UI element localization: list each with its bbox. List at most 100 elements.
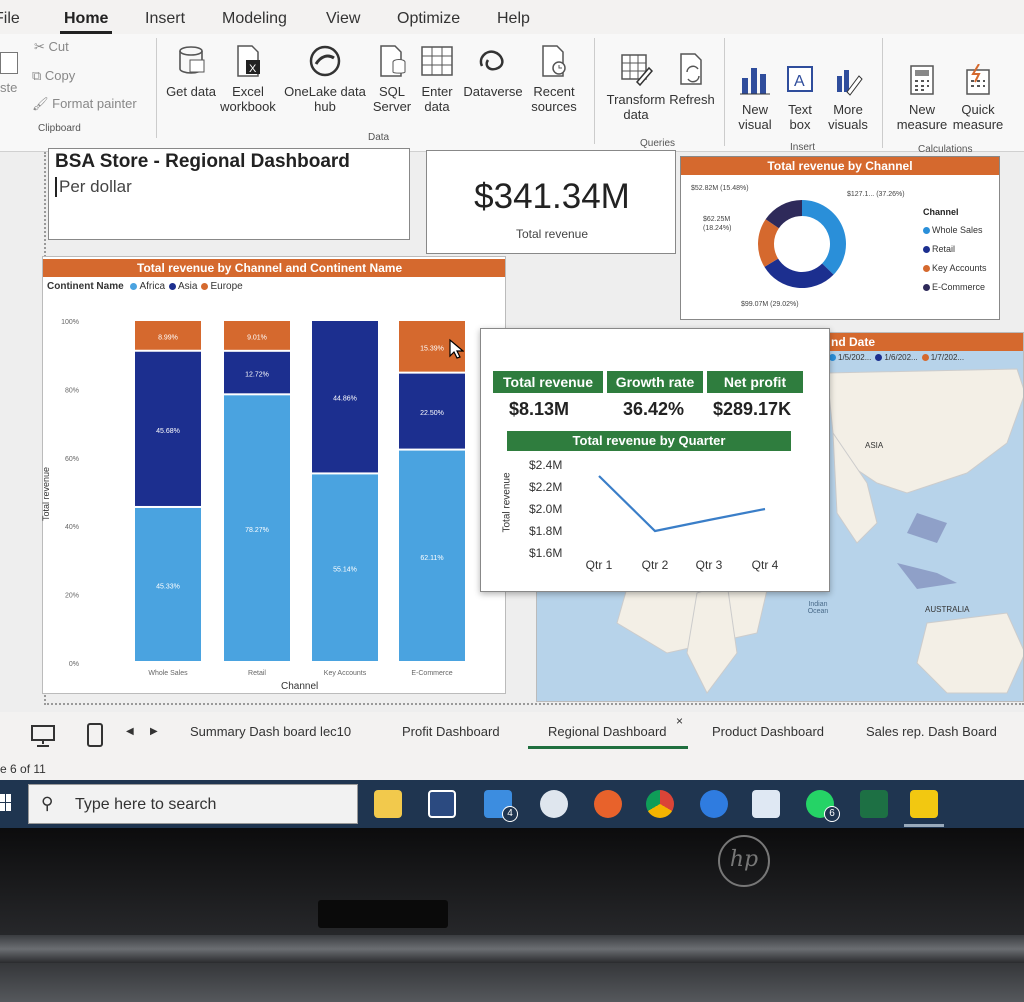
power-bi-icon[interactable]: [910, 790, 938, 818]
map-label-ocean: Indian Ocean: [807, 601, 829, 615]
donut-legend-item[interactable]: Key Accounts: [923, 259, 987, 278]
store-icon[interactable]: [428, 790, 456, 818]
new-measure-button[interactable]: New measure: [894, 64, 950, 132]
tooltip-kpi-2-value: 36.42%: [623, 399, 685, 419]
refresh-button[interactable]: Refresh: [668, 52, 716, 107]
tab-regional-dashboard[interactable]: Regional Dashboard: [548, 724, 667, 739]
line-x-tick-label: Qtr 4: [752, 558, 779, 572]
line-y-axis-label: Total revenue: [501, 472, 513, 533]
donut-slice: [758, 219, 779, 267]
hp-logo: hp: [718, 835, 770, 887]
bar-x-tick-label: Retail: [248, 670, 266, 677]
donut-legend-item[interactable]: Whole Sales: [923, 221, 987, 240]
paintbrush-icon: 🖌: [32, 96, 53, 111]
separator: [882, 38, 883, 148]
calculator-icon: [910, 65, 934, 95]
cut-button[interactable]: ✂ Cut: [34, 39, 69, 55]
recent-sources-button[interactable]: Recent sources: [526, 44, 582, 114]
snipping-tool-icon[interactable]: [540, 790, 568, 818]
active-page-indicator: [528, 746, 688, 749]
recent-sources-icon: [542, 45, 566, 77]
svg-text:X: X: [249, 63, 257, 75]
chrome-icon[interactable]: [646, 790, 674, 818]
tab-file[interactable]: File: [0, 10, 20, 28]
prev-page-icon[interactable]: ◀: [126, 726, 134, 737]
desktop-view-icon[interactable]: [30, 724, 56, 748]
tab-modeling[interactable]: Modeling: [222, 10, 287, 28]
line-x-tick-label: Qtr 3: [696, 558, 723, 572]
tab-insert[interactable]: Insert: [145, 10, 185, 28]
paste-label[interactable]: ste: [0, 80, 17, 95]
file-explorer-icon[interactable]: [374, 790, 402, 818]
stacked-bar-chart[interactable]: 100% 80% 60% 40% 20% 0% 45.33% 45.68% 8.99% Whole…: [43, 293, 507, 683]
legend-dot-icon: [169, 282, 177, 290]
tab-product-dashboard[interactable]: Product Dashboard: [712, 724, 824, 739]
enter-data-button[interactable]: Enter data: [416, 44, 458, 114]
donut-chart-title: Total revenue by Channel: [681, 157, 999, 175]
text-box-icon: A: [787, 66, 813, 92]
tab-sales-rep-dashboard[interactable]: Sales rep. Dash Board: [866, 724, 997, 739]
line-x-tick-label: Qtr 2: [642, 558, 669, 572]
teamviewer-icon[interactable]: [700, 790, 728, 818]
excel-workbook-button[interactable]: X Excel workbook: [216, 44, 280, 114]
refresh-icon: [680, 53, 702, 85]
scissors-icon: ✂: [34, 39, 49, 54]
onelake-data-hub-button[interactable]: OneLake data hub: [282, 44, 368, 114]
excel-taskbar-icon[interactable]: [860, 790, 888, 818]
active-app-indicator: [904, 824, 944, 827]
quick-measure-button[interactable]: Quick measure: [950, 64, 1006, 132]
text-box-button[interactable]: A Text box: [780, 64, 820, 132]
firefox-icon[interactable]: [594, 790, 622, 818]
title-card[interactable]: BSA Store - Regional Dashboard Per dolla…: [48, 148, 410, 240]
tab-home[interactable]: Home: [64, 10, 108, 28]
legend-label: Retail: [932, 244, 956, 254]
line-y-tick-label: $2.2M: [529, 480, 562, 494]
get-data-button[interactable]: Get data: [166, 44, 216, 99]
windows-start-icon[interactable]: [0, 794, 12, 812]
transform-data-button[interactable]: Transform data: [604, 52, 668, 122]
tab-help[interactable]: Help: [497, 10, 530, 28]
tab-optimize[interactable]: Optimize: [397, 10, 460, 28]
mouse-cursor-icon: [449, 338, 464, 359]
mail-badge: 4: [502, 806, 518, 822]
donut-legend-item[interactable]: Retail: [923, 240, 987, 259]
search-placeholder: Type here to search: [75, 796, 217, 813]
bar-legend-item[interactable]: Africa: [130, 281, 165, 292]
table-icon: [421, 46, 453, 76]
taskbar-search[interactable]: ⚲ Type here to search: [28, 784, 358, 824]
whatsapp-icon[interactable]: 6: [806, 790, 840, 822]
dataverse-button[interactable]: Dataverse: [460, 44, 526, 99]
page-tab-bar: ◀ ▶ Summary Dash board lec10 Profit Dash…: [0, 712, 1024, 760]
new-visual-button[interactable]: New visual: [734, 64, 776, 132]
bar-legend-item[interactable]: Europe: [201, 281, 243, 292]
next-page-icon[interactable]: ▶: [150, 726, 158, 737]
bar-chart-title: Total revenue by Channel and Continent N…: [43, 259, 505, 277]
app-window-icon[interactable]: [752, 790, 780, 818]
donut-label-left: $62.25M (18.24%): [703, 216, 732, 232]
legend-label: Europe: [210, 281, 243, 292]
mail-icon[interactable]: 4: [484, 790, 518, 822]
bar-data-label: 44.86%: [333, 396, 357, 403]
donut-legend-item[interactable]: E-Commerce: [923, 278, 987, 297]
excel-icon: X: [237, 45, 260, 77]
bar-chart-icon: [740, 68, 770, 95]
donut-chart-card[interactable]: Total revenue by Channel $52.82M (15.48%…: [680, 156, 1000, 320]
legend-label: Asia: [178, 281, 198, 292]
donut-chart[interactable]: [747, 189, 857, 299]
tab-view[interactable]: View: [326, 10, 360, 28]
more-visuals-button[interactable]: More visuals: [822, 64, 874, 132]
donut-label-top-right: $127.1... (37.26%): [847, 191, 905, 198]
report-subtitle[interactable]: Per dollar: [55, 177, 132, 197]
bar-legend-item[interactable]: Asia: [169, 281, 197, 292]
bar-chart-card[interactable]: Total revenue by Channel and Continent N…: [41, 256, 507, 694]
tab-summary-dashboard[interactable]: Summary Dash board lec10: [190, 724, 351, 739]
format-painter-button[interactable]: 🖌 Format painter: [32, 96, 137, 112]
tab-profit-dashboard[interactable]: Profit Dashboard: [402, 724, 500, 739]
windows-taskbar: ⚲ Type here to search 4 6: [0, 780, 1024, 828]
copy-button[interactable]: ⧉ Copy: [32, 68, 75, 84]
sql-server-button[interactable]: SQL Server: [370, 44, 414, 114]
paste-icon[interactable]: [0, 52, 18, 74]
total-revenue-card[interactable]: $341.34M Total revenue: [426, 150, 676, 254]
close-tab-icon[interactable]: ×: [676, 714, 683, 728]
mobile-view-icon[interactable]: [86, 722, 104, 748]
